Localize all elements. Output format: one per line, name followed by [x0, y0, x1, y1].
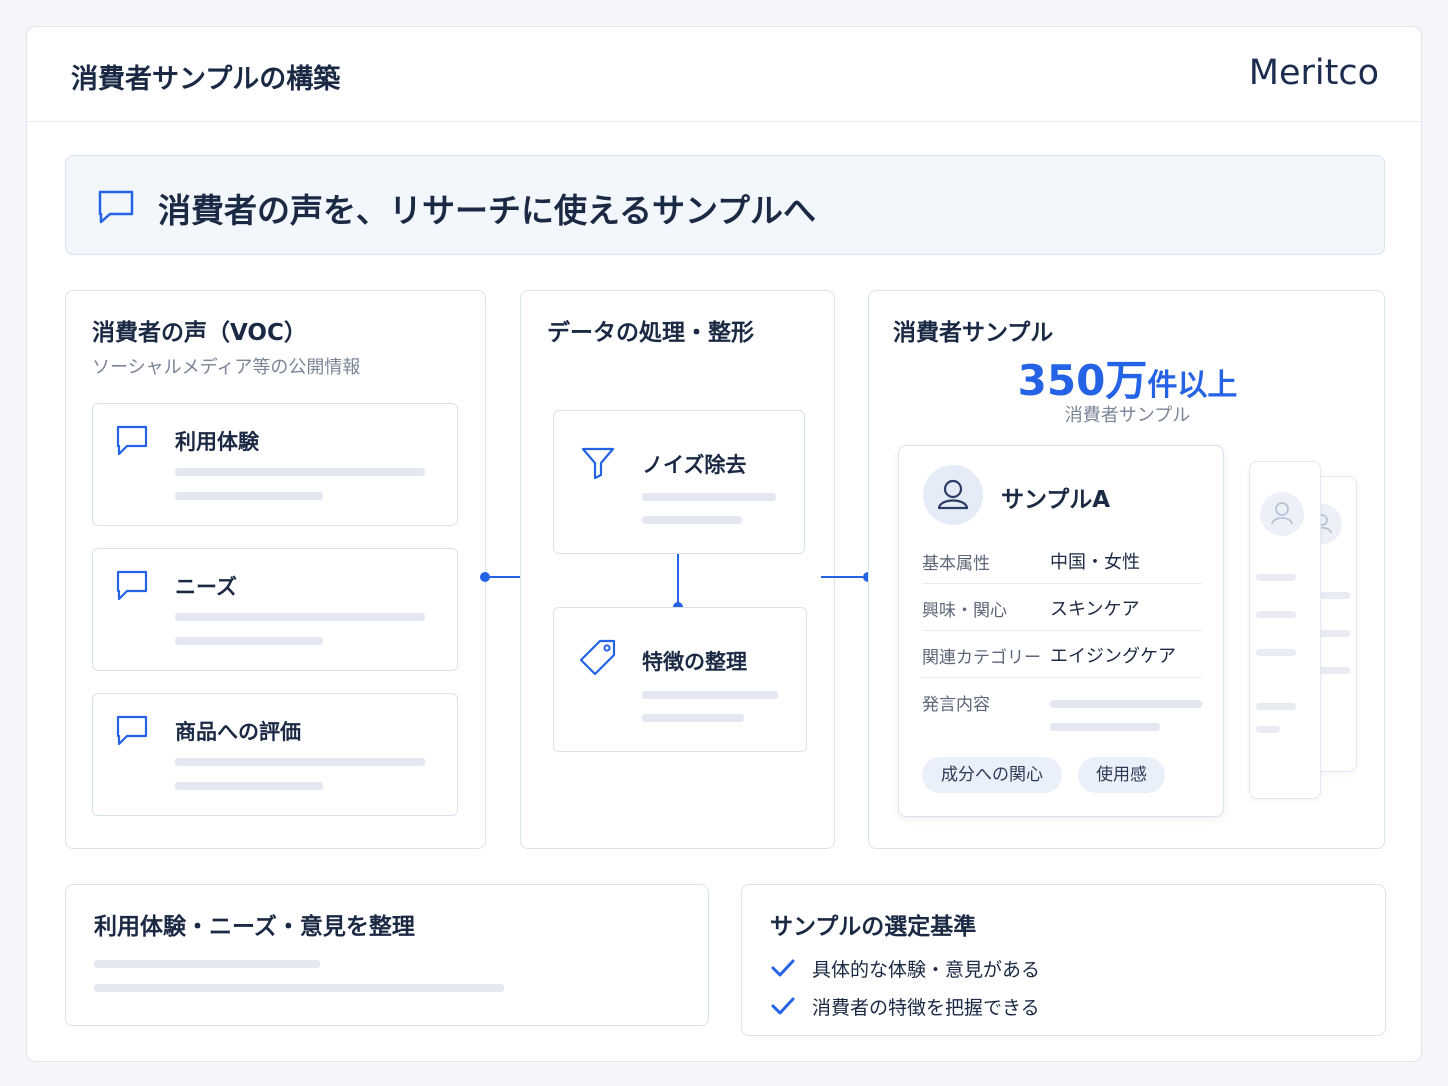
voc-card-label: 利用体験: [175, 430, 259, 454]
criteria-panel: サンプルの選定基準 具体的な体験・意見がある 消費者の特徴を把握できる: [741, 884, 1386, 1036]
step-label: 特徴の整理: [642, 650, 747, 674]
ghost-sample-card: [1249, 461, 1321, 799]
avatar: [1260, 492, 1304, 536]
category-key: 関連カテゴリー: [922, 648, 1041, 668]
check-icon: [771, 959, 795, 977]
page-title: 消費者サンプルの構築: [71, 64, 341, 95]
placeholder-line: [642, 714, 744, 722]
placeholder-line: [175, 637, 323, 645]
placeholder-line: [175, 782, 323, 790]
sample-count-caption: 消費者サンプル: [1064, 405, 1191, 426]
summary-panel: 利用体験・ニーズ・意見を整理: [65, 884, 709, 1026]
placeholder-line: [642, 691, 778, 699]
connector-line: [821, 576, 863, 578]
placeholder-line: [1256, 611, 1296, 618]
placeholder-line: [175, 758, 425, 766]
main-frame: 消費者サンプルの構築 Meritco 消費者の声を、リサーチに使えるサンプルへ …: [26, 26, 1422, 1062]
placeholder-line: [94, 960, 320, 968]
sample-count-number: 350万: [1017, 356, 1148, 405]
voc-card-label: ニーズ: [175, 575, 237, 599]
placeholder-line: [94, 984, 504, 992]
chat-bubble-icon: [116, 570, 148, 601]
tag-icon: [579, 639, 616, 676]
voc-card-experience: 利用体験: [92, 403, 458, 526]
interest-tag: 成分への関心: [922, 757, 1062, 793]
processing-panel: データの処理・整形 ノイズ除去 特徴の整理: [520, 290, 835, 849]
chat-bubble-icon: [116, 425, 148, 456]
headline-banner: 消費者の声を、リサーチに使えるサンプルへ: [65, 155, 1385, 255]
sample-count-suffix: 件以上: [1147, 368, 1238, 403]
voc-card-review: 商品への評価: [92, 693, 458, 816]
step-label: ノイズ除去: [642, 453, 747, 477]
connector-line: [677, 554, 679, 606]
divider: [922, 630, 1202, 631]
header: 消費者サンプルの構築 Meritco: [27, 27, 1421, 122]
placeholder-line: [642, 516, 742, 524]
sample-card: サンプルA 基本属性 中国・女性 興味・関心 スキンケア 関連カテゴリー エイジ…: [898, 445, 1224, 817]
check-icon: [771, 997, 795, 1015]
processing-title: データの処理・整形: [547, 320, 754, 346]
sample-name: サンプルA: [1001, 487, 1111, 513]
samples-title: 消費者サンプル: [893, 320, 1054, 346]
user-icon: [937, 479, 969, 510]
interest-tag: 使用感: [1078, 757, 1165, 793]
user-icon: [1271, 502, 1293, 525]
placeholder-line: [175, 468, 425, 476]
samples-panel: 消費者サンプル 350万件以上 消費者サンプル サンプルA 基本属性 中国・女性…: [868, 290, 1385, 849]
placeholder-line: [1050, 700, 1202, 708]
interest-key: 興味・関心: [922, 601, 1007, 621]
voc-panel: 消費者の声（VOC） ソーシャルメディア等の公開情報 利用体験 ニーズ 商品への…: [65, 290, 486, 849]
statement-key: 発言内容: [922, 695, 990, 715]
chat-bubble-icon: [98, 190, 134, 224]
voc-card-needs: ニーズ: [92, 548, 458, 671]
criteria-item: 消費者の特徴を把握できる: [812, 997, 1040, 1019]
voc-card-label: 商品への評価: [175, 720, 301, 744]
placeholder-line: [1256, 726, 1280, 733]
placeholder-line: [1256, 703, 1296, 710]
placeholder-line: [1256, 574, 1296, 581]
interest-value: スキンケア: [1050, 599, 1140, 620]
sample-count: 350万件以上: [869, 347, 1386, 408]
criteria-title: サンプルの選定基準: [770, 914, 977, 940]
voc-subtitle: ソーシャルメディア等の公開情報: [92, 357, 361, 378]
avatar: [923, 465, 983, 525]
summary-title: 利用体験・ニーズ・意見を整理: [94, 914, 415, 940]
step-feature-organize: 特徴の整理: [553, 607, 807, 752]
attr-value: 中国・女性: [1050, 552, 1140, 573]
category-value: エイジングケア: [1050, 646, 1176, 667]
step-noise-removal: ノイズ除去: [553, 410, 805, 554]
placeholder-line: [1256, 649, 1296, 656]
divider: [922, 677, 1202, 678]
placeholder-line: [642, 493, 776, 501]
placeholder-line: [175, 613, 425, 621]
criteria-item: 具体的な体験・意見がある: [812, 959, 1041, 981]
chat-bubble-icon: [116, 715, 148, 746]
placeholder-line: [1050, 723, 1160, 731]
connector-dot: [480, 572, 490, 582]
headline-text: 消費者の声を、リサーチに使えるサンプルへ: [158, 191, 817, 230]
brand-logo: Meritco: [1248, 53, 1379, 93]
filter-icon: [581, 447, 615, 480]
placeholder-line: [175, 492, 323, 500]
divider: [922, 583, 1202, 584]
voc-title: 消費者の声（VOC）: [92, 320, 307, 346]
attr-key: 基本属性: [922, 554, 990, 574]
